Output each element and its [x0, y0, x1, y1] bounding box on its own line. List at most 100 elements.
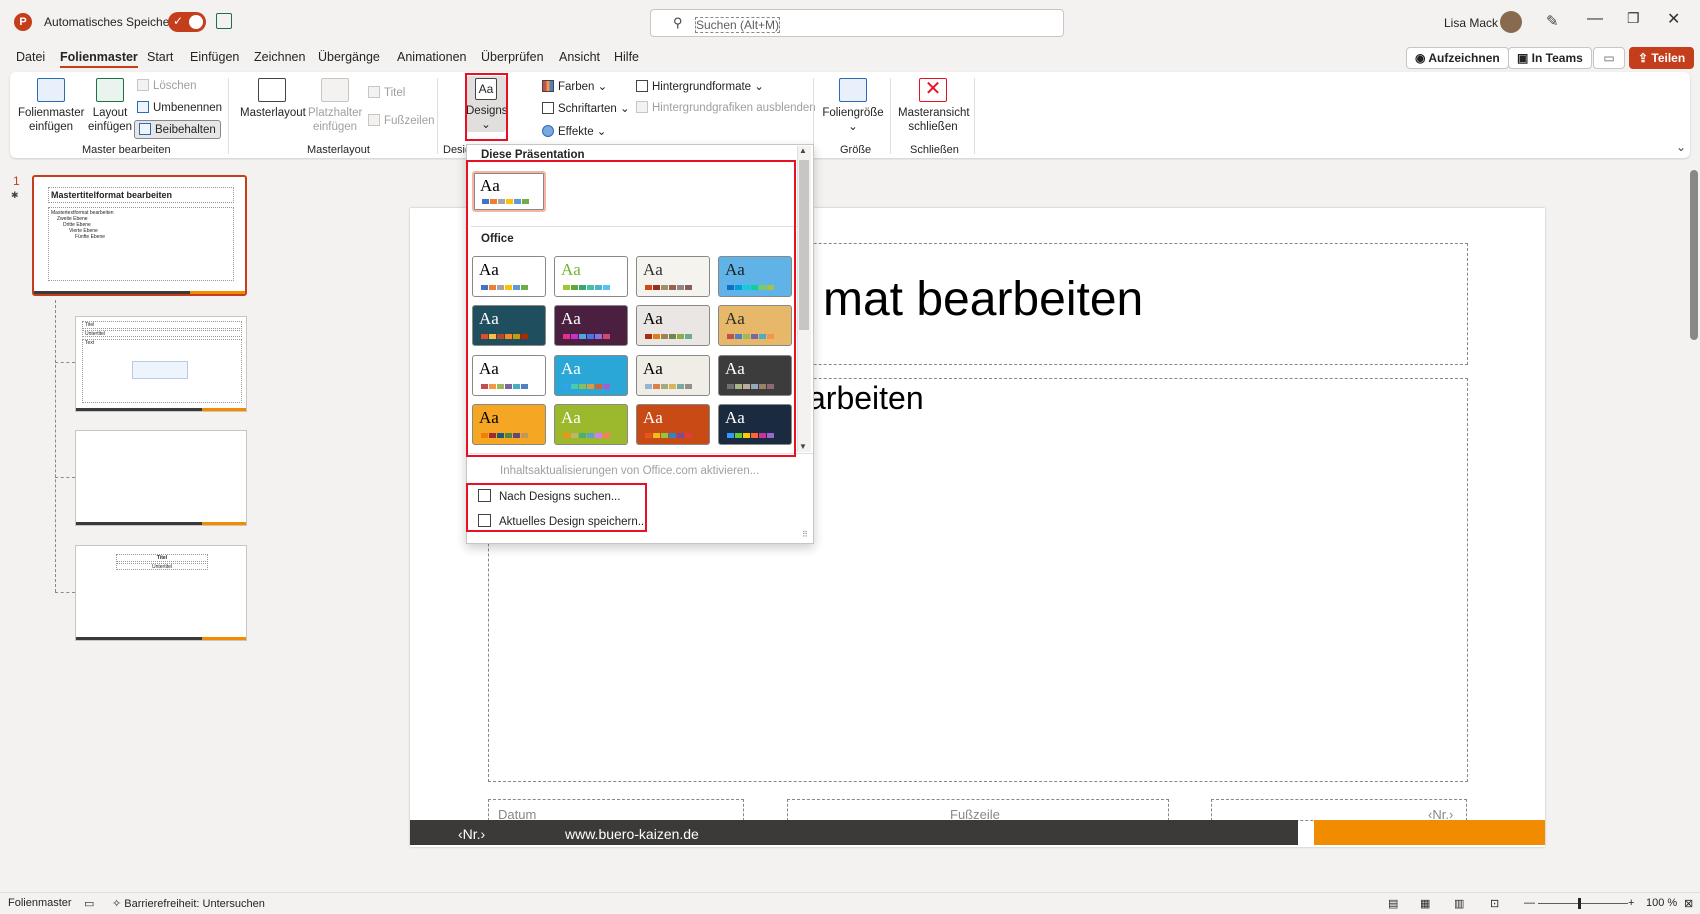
insert-master-button[interactable]: Folienmaster einfügen: [18, 78, 84, 134]
fonts-label: Schriftarten: [558, 103, 617, 115]
resize-grip-icon[interactable]: ⠿: [802, 530, 808, 539]
layout-connector: [55, 362, 75, 363]
footer-accent-bar: [1314, 820, 1545, 845]
hide-background-checkbox[interactable]: Hintergrundgrafiken ausblenden: [636, 101, 816, 114]
comments-button[interactable]: ▭: [1593, 47, 1625, 69]
thumb-subtitle: Untertitel: [116, 563, 208, 570]
close-x-icon: ✕: [919, 78, 947, 102]
layout-connector: [55, 300, 56, 592]
restore-icon[interactable]: ❐: [1627, 10, 1640, 27]
fit-slide-icon[interactable]: ⊠: [1684, 897, 1693, 910]
teams-button[interactable]: ▣ In Teams: [1508, 47, 1592, 69]
accessibility-button[interactable]: ✧ Barrierefreiheit: Untersuchen: [112, 897, 265, 910]
search-input[interactable]: ⚲ Suchen (Alt+M): [650, 9, 1064, 37]
tab-datei[interactable]: Datei: [16, 50, 45, 64]
tab-einfuegen[interactable]: Einfügen: [190, 50, 239, 64]
thumb-body: Mastertextformat bearbeiten Zweite Ebene…: [48, 207, 234, 281]
tab-zeichnen[interactable]: Zeichnen: [254, 50, 305, 64]
master-layout-button[interactable]: Masterlayout: [240, 78, 306, 120]
normal-view-icon[interactable]: ▤: [1388, 897, 1398, 910]
thumb-title: Titel: [82, 321, 242, 329]
thumb-title: Titel: [116, 554, 208, 562]
colors-label: Farben: [558, 81, 595, 93]
powerpoint-logo-icon: P: [14, 13, 32, 31]
insert-layout-label-2: einfügen: [87, 121, 133, 133]
teams-label: In Teams: [1531, 51, 1583, 65]
tab-animationen[interactable]: Animationen: [397, 50, 467, 64]
insert-placeholder-button[interactable]: Platzhalter einfügen: [308, 78, 362, 134]
zoom-in-icon[interactable]: +: [1628, 897, 1634, 909]
autosave-toggle[interactable]: ✓: [168, 12, 206, 32]
record-button[interactable]: ◉ Aufzeichnen: [1406, 47, 1509, 69]
close-master-view-button[interactable]: ✕ Masteransicht schließen: [898, 78, 970, 134]
view-indicator: Folienmaster: [8, 897, 72, 909]
tab-hilfe[interactable]: Hilfe: [614, 50, 639, 64]
minimize-icon[interactable]: —: [1587, 10, 1603, 28]
insert-master-label-1: Folienmaster: [18, 107, 85, 119]
tab-uebergaenge[interactable]: Übergänge: [318, 50, 380, 64]
notes-icon[interactable]: ▭: [84, 897, 94, 910]
group-separator: [974, 78, 975, 154]
delete-button[interactable]: Löschen: [137, 79, 196, 92]
colors-dropdown[interactable]: Farben ⌄: [542, 79, 607, 93]
scroll-down-icon[interactable]: ▼: [799, 442, 807, 451]
sorter-view-icon[interactable]: ▦: [1420, 897, 1430, 910]
effects-dropdown[interactable]: Effekte ⌄: [542, 124, 606, 138]
search-placeholder: Suchen (Alt+M): [695, 17, 781, 33]
checkbox-icon: [368, 114, 380, 126]
layout-add-icon: [96, 78, 124, 102]
pen-icon[interactable]: ✎: [1546, 12, 1559, 30]
delete-label: Löschen: [153, 80, 197, 92]
slide-size-button[interactable]: Foliengröße ⌄: [822, 78, 884, 134]
tab-start[interactable]: Start: [147, 50, 173, 64]
tab-ansicht[interactable]: Ansicht: [559, 50, 600, 64]
master-layout-icon: [258, 78, 286, 102]
scroll-up-icon[interactable]: ▲: [799, 146, 807, 155]
save-icon[interactable]: [216, 13, 232, 29]
avatar[interactable]: [1500, 11, 1522, 33]
autosave-label: Automatisches Speichern: [44, 15, 181, 29]
placeholder-label-1: Platzhalter: [308, 107, 363, 119]
thumb-title: Mastertitelformat bearbeiten: [48, 187, 234, 203]
zoom-out-icon[interactable]: —: [1524, 897, 1535, 909]
rename-button[interactable]: Umbenennen: [137, 101, 222, 114]
preserve-icon: [139, 123, 151, 135]
thumb-body-line: Fünfte Ebene: [75, 234, 106, 240]
placeholder-icon: [321, 78, 349, 102]
title-checkbox[interactable]: Titel: [368, 86, 405, 99]
footers-checkbox-label: Fußzeilen: [384, 115, 435, 127]
zoom-slider-thumb[interactable]: [1578, 898, 1581, 909]
gallery-scrollbar-thumb[interactable]: [799, 160, 809, 330]
insert-layout-button[interactable]: Layout einfügen: [86, 78, 134, 134]
zoom-slider[interactable]: [1538, 903, 1628, 904]
footers-checkbox[interactable]: Fußzeilen: [368, 114, 435, 127]
comment-icon: ▭: [1603, 51, 1615, 65]
menu-highlight-box: [466, 483, 647, 532]
close-icon[interactable]: ✕: [1667, 9, 1680, 29]
fonts-dropdown[interactable]: Schriftarten ⌄: [542, 101, 630, 115]
preserve-button[interactable]: Beibehalten: [134, 120, 221, 139]
placeholder-label-2: einfügen: [312, 121, 358, 133]
user-name[interactable]: Lisa Mack: [1444, 16, 1498, 30]
slideshow-icon[interactable]: ⊡: [1490, 897, 1499, 910]
share-button[interactable]: ⇪ Teilen: [1629, 47, 1695, 69]
slide-master-icon: [37, 78, 65, 102]
rename-icon: [137, 101, 149, 113]
layout-thumbnail-title[interactable]: Titel Untertitel: [75, 545, 247, 641]
master-slide-thumbnail[interactable]: Mastertitelformat bearbeiten Mastertextf…: [32, 175, 247, 296]
tab-ueberpruefen[interactable]: Überprüfen: [481, 50, 544, 64]
reading-view-icon[interactable]: ▥: [1454, 897, 1464, 910]
collapse-ribbon-icon[interactable]: ⌄: [1676, 140, 1686, 154]
zoom-level[interactable]: 100 %: [1646, 897, 1677, 909]
group-label-size: Größe: [840, 144, 872, 156]
layout-thumbnail-blank[interactable]: [75, 430, 247, 526]
thumb-text: Text: [85, 340, 95, 346]
scrollbar-thumb[interactable]: [1690, 170, 1698, 340]
tab-folienmaster[interactable]: Folienmaster: [60, 50, 138, 68]
group-separator: [890, 78, 891, 154]
background-icon: [636, 80, 648, 92]
layout-thumbnail-title-content[interactable]: Titel Untertitel Text: [75, 316, 247, 412]
slide-number: 1: [13, 174, 20, 188]
background-formats-dropdown[interactable]: Hintergrundformate ⌄: [636, 79, 764, 93]
checkbox-icon: [636, 101, 648, 113]
